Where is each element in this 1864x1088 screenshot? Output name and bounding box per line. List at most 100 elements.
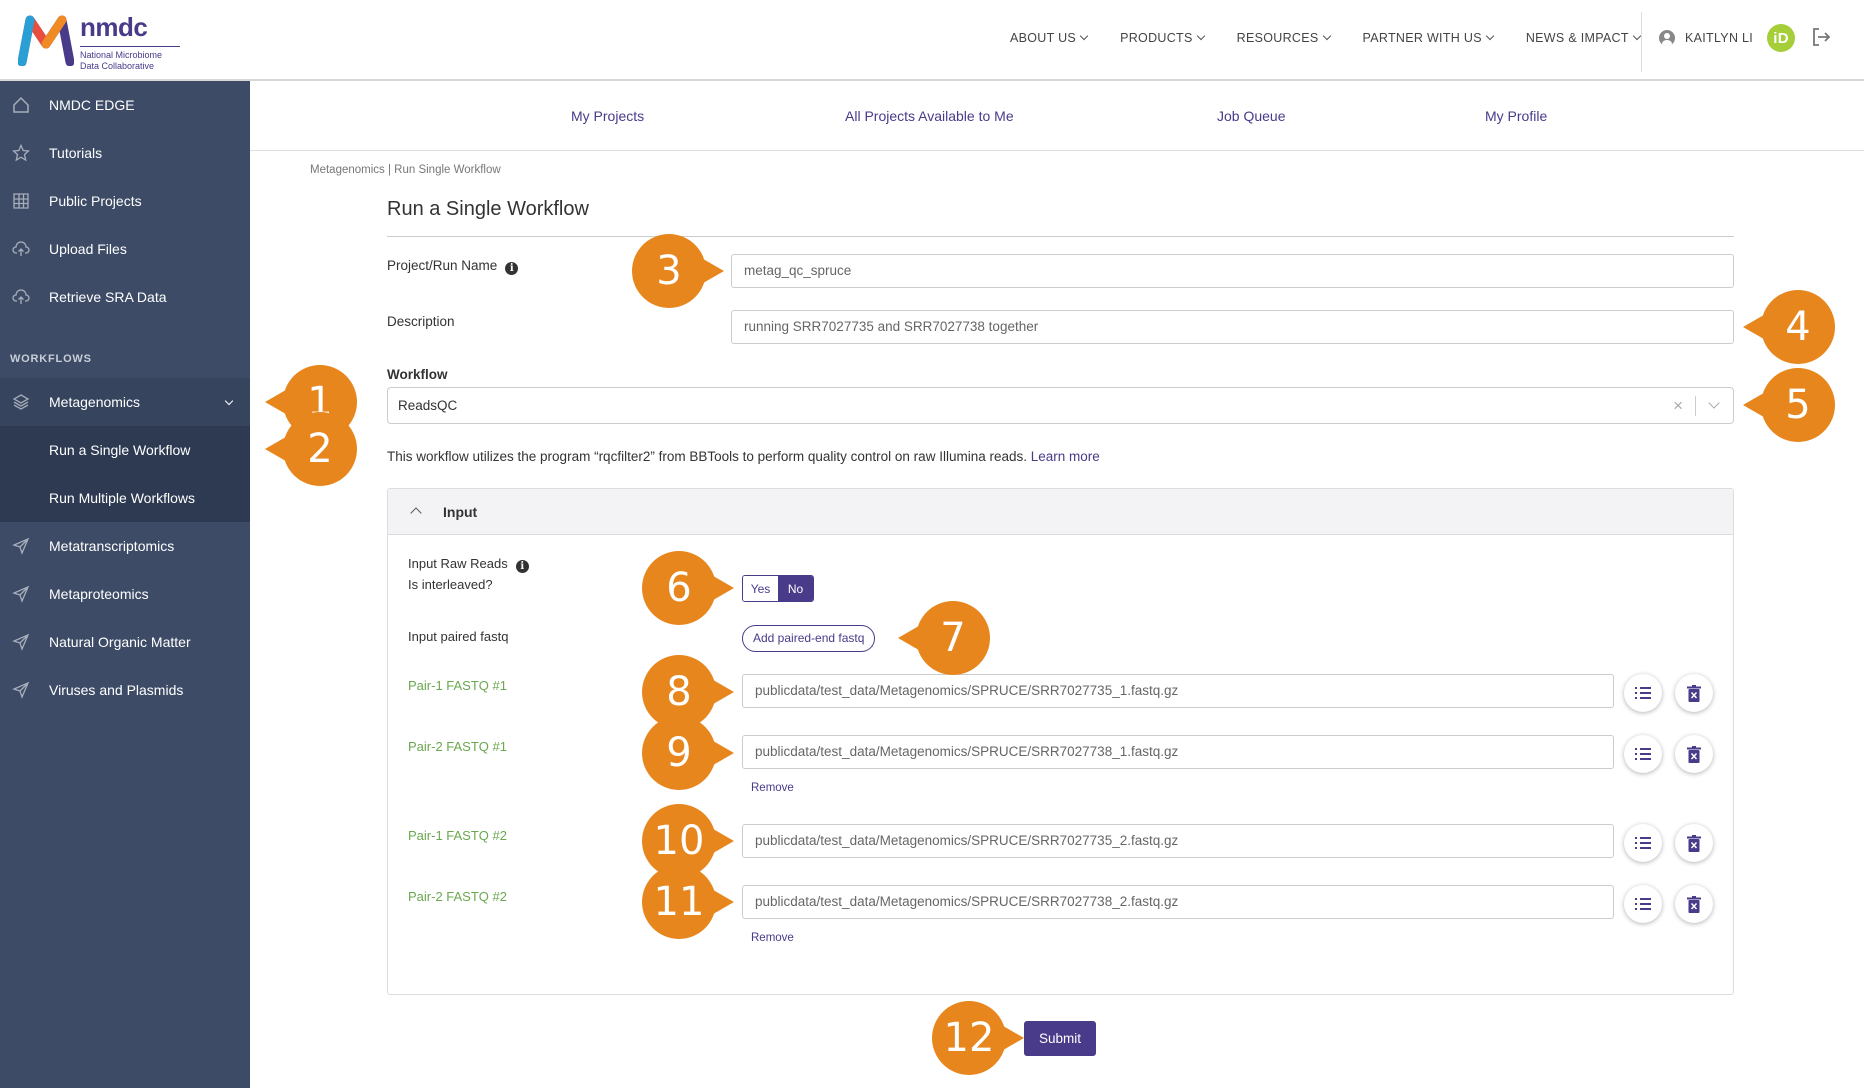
- subnav-my-profile[interactable]: My Profile: [1485, 108, 1547, 124]
- remove-pair2-link[interactable]: Remove: [751, 932, 794, 944]
- chevron-down-icon: [224, 396, 234, 406]
- delete-file-button[interactable]: [1675, 885, 1713, 923]
- nmdc-logo[interactable]: nmdc National Microbiome Data Collaborat…: [18, 14, 180, 72]
- project-name-input[interactable]: metag_qc_spruce: [731, 254, 1734, 288]
- pair1-fastq2-label: Pair-1 FASTQ #2: [408, 828, 507, 843]
- add-paired-fastq-button[interactable]: Add paired-end fastq: [742, 625, 876, 652]
- logo-name: nmdc: [80, 12, 148, 42]
- select-divider: [1695, 396, 1696, 416]
- sidebar-item-tutorials[interactable]: Tutorials: [0, 129, 250, 177]
- callout-badge: 6: [642, 551, 734, 625]
- trash-icon: [1687, 684, 1701, 702]
- chevron-down-icon: [1322, 31, 1331, 41]
- chevron-down-icon: [1079, 31, 1089, 41]
- list-icon: [1635, 898, 1651, 910]
- info-icon[interactable]: i: [505, 262, 519, 275]
- sidebar-item-natural-organic-matter[interactable]: Natural Organic Matter: [0, 618, 250, 666]
- callout-badge: 4: [1743, 290, 1835, 364]
- topnav-news-impact[interactable]: NEWS & IMPACT: [1526, 31, 1642, 45]
- callout-badge: 7: [898, 601, 990, 675]
- topnav-resources[interactable]: RESOURCES: [1237, 31, 1331, 45]
- topnav-products[interactable]: PRODUCTS: [1120, 31, 1205, 45]
- cloud-upload-icon: [12, 241, 30, 256]
- logo-subtitle: National Microbiome Data Collaborative: [80, 46, 180, 72]
- sidebar-item-run-multiple-workflows[interactable]: Run Multiple Workflows: [0, 474, 250, 522]
- pair2-fastq2-label: Pair-2 FASTQ #2: [408, 889, 507, 904]
- user-name: KAITLYN LI: [1685, 31, 1754, 45]
- top-header: nmdc National Microbiome Data Collaborat…: [0, 0, 1864, 81]
- delete-file-button[interactable]: [1675, 735, 1713, 773]
- delete-file-button[interactable]: [1675, 824, 1713, 862]
- sidebar-item-metatranscriptomics[interactable]: Metatranscriptomics: [0, 522, 250, 570]
- chevron-down-icon: [1485, 31, 1495, 41]
- orcid-icon[interactable]: iD: [1767, 24, 1796, 52]
- pair2-fastq1-input[interactable]: publicdata/test_data/Metagenomics/SPRUCE…: [742, 735, 1614, 769]
- browse-file-button[interactable]: [1624, 885, 1662, 923]
- layers-icon: [12, 394, 30, 410]
- interleaved-toggle: Yes No: [742, 575, 814, 602]
- sidebar-item-metaproteomics[interactable]: Metaproteomics: [0, 570, 250, 618]
- list-icon: [1635, 748, 1651, 760]
- list-icon: [1635, 687, 1651, 699]
- send-icon: [12, 681, 30, 699]
- pair1-fastq2-input[interactable]: publicdata/test_data/Metagenomics/SPRUCE…: [742, 824, 1614, 858]
- input-card-header[interactable]: Input: [388, 489, 1733, 535]
- subnav-job-queue[interactable]: Job Queue: [1217, 108, 1286, 124]
- sub-nav: My Projects All Projects Available to Me…: [250, 81, 1864, 151]
- workflow-selected-value: ReadsQC: [398, 398, 458, 413]
- sidebar-item-retrieve-sra-data[interactable]: Retrieve SRA Data: [0, 273, 250, 321]
- subnav-my-projects[interactable]: My Projects: [571, 108, 644, 124]
- chevron-down-icon: [1196, 31, 1205, 41]
- topnav-partner-with-us[interactable]: PARTNER WITH US: [1363, 31, 1495, 45]
- send-icon: [12, 585, 30, 603]
- send-icon: [12, 537, 30, 555]
- sidebar-item-upload-files[interactable]: Upload Files: [0, 225, 250, 273]
- sidebar: NMDC EDGE Tutorials Public Projects Uplo…: [0, 81, 250, 1088]
- workflow-select[interactable]: ReadsQC ×: [387, 387, 1734, 424]
- browse-file-button[interactable]: [1624, 674, 1662, 712]
- breadcrumb: Metagenomics | Run Single Workflow: [310, 164, 501, 176]
- browse-file-button[interactable]: [1624, 735, 1662, 773]
- interleaved-yes-button[interactable]: Yes: [743, 576, 778, 601]
- nmdc-logo-icon: [18, 15, 74, 66]
- remove-pair1-link[interactable]: Remove: [751, 782, 794, 794]
- top-nav: ABOUT US PRODUCTS RESOURCES PARTNER WITH…: [1010, 0, 1673, 76]
- list-icon: [1635, 837, 1651, 849]
- learn-more-link[interactable]: Learn more: [1031, 449, 1100, 464]
- interleaved-label: Input Raw Reads i Is interleaved?: [408, 556, 529, 592]
- workflow-description: This workflow utilizes the program “rqcf…: [387, 449, 1100, 464]
- submit-button[interactable]: Submit: [1024, 1021, 1096, 1056]
- pair2-fastq1-label: Pair-2 FASTQ #1: [408, 739, 507, 754]
- sidebar-item-run-single-workflow[interactable]: Run a Single Workflow: [0, 426, 250, 474]
- chevron-down-icon: [1632, 31, 1642, 41]
- info-icon[interactable]: i: [515, 560, 529, 573]
- title-divider: [387, 236, 1734, 237]
- subnav-all-projects[interactable]: All Projects Available to Me: [845, 108, 1014, 124]
- workflow-label: Workflow: [387, 367, 448, 382]
- cloud-upload-icon: [12, 289, 30, 304]
- callout-badge: 9: [642, 716, 734, 790]
- grid-icon: [13, 193, 29, 209]
- pair1-fastq1-label: Pair-1 FASTQ #1: [408, 678, 507, 693]
- project-name-label: Project/Run Name i: [387, 258, 519, 275]
- send-icon: [12, 633, 30, 651]
- sidebar-item-viruses-and-plasmids[interactable]: Viruses and Plasmids: [0, 666, 250, 714]
- topnav-about-us[interactable]: ABOUT US: [1010, 31, 1089, 45]
- pair2-fastq2-input[interactable]: publicdata/test_data/Metagenomics/SPRUCE…: [742, 885, 1614, 919]
- sidebar-item-metagenomics[interactable]: Metagenomics: [0, 378, 250, 426]
- browse-file-button[interactable]: [1624, 824, 1662, 862]
- sidebar-item-public-projects[interactable]: Public Projects: [0, 177, 250, 225]
- sidebar-section-workflows: WORKFLOWS: [10, 353, 92, 365]
- clear-icon[interactable]: ×: [1673, 396, 1683, 416]
- description-input[interactable]: running SRR7027735 and SRR7027738 togeth…: [731, 310, 1734, 344]
- pair1-fastq1-input[interactable]: publicdata/test_data/Metagenomics/SPRUCE…: [742, 674, 1614, 708]
- sidebar-item-nmdc-edge[interactable]: NMDC EDGE: [0, 81, 250, 129]
- callout-badge: 3: [632, 234, 724, 308]
- chevron-down-icon[interactable]: [1708, 397, 1720, 409]
- interleaved-no-button[interactable]: No: [778, 576, 813, 601]
- logout-icon[interactable]: [1810, 26, 1832, 48]
- description-label: Description: [387, 314, 455, 329]
- user-menu[interactable]: KAITLYN LI iD: [1659, 24, 1796, 52]
- delete-file-button[interactable]: [1675, 674, 1713, 712]
- callout-badge: 11: [642, 865, 734, 939]
